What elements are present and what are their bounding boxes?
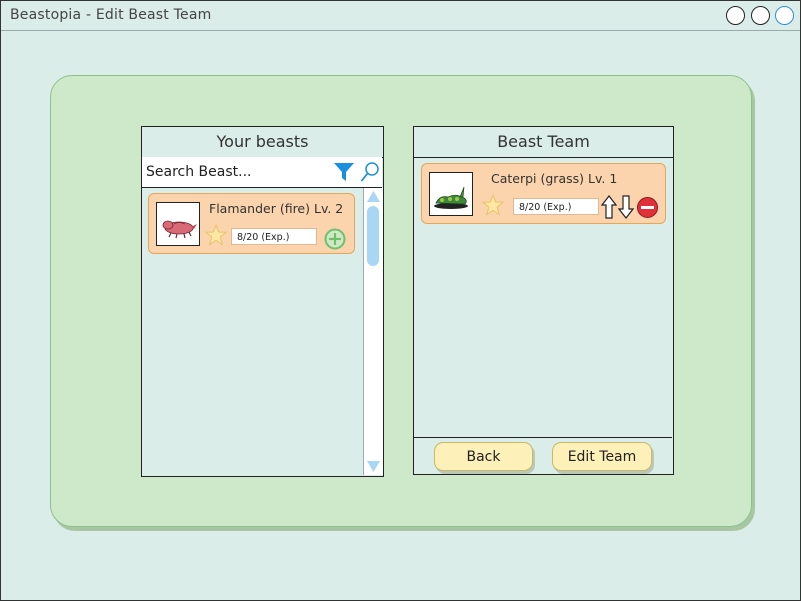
exp-label: 8/20 (Exp.) <box>231 228 317 245</box>
title-bar: Beastopia - Edit Beast Team <box>1 1 800 31</box>
edit-team-button[interactable]: Edit Team <box>552 442 652 471</box>
beast-team-panel: Beast Team Caterpi (grass) Lv. 1 8/20 (E… <box>413 126 674 475</box>
move-down-arrow-icon[interactable] <box>618 195 634 219</box>
beast-sprite-flamander <box>156 202 200 246</box>
beast-name: Flamander (fire) Lv. 2 <box>209 201 344 216</box>
search-icon[interactable] <box>360 161 380 183</box>
scroll-up-arrow-icon[interactable] <box>366 190 381 204</box>
remove-icon[interactable] <box>636 196 659 219</box>
button-bar: Back Edit Team <box>414 437 672 474</box>
beast-card-flamander[interactable]: Flamander (fire) Lv. 2 8/20 (Exp.) <box>148 193 355 254</box>
exp-label: 8/20 (Exp.) <box>513 198 599 215</box>
beast-card-caterpi[interactable]: Caterpi (grass) Lv. 1 8/20 (Exp.) <box>421 163 666 224</box>
your-beasts-title: Your beasts <box>142 127 383 158</box>
close-button[interactable] <box>775 6 794 25</box>
filter-icon[interactable] <box>333 161 355 183</box>
scroll-down-arrow-icon[interactable] <box>366 459 381 473</box>
star-icon[interactable] <box>204 223 228 247</box>
beast-name: Caterpi (grass) Lv. 1 <box>491 171 618 186</box>
maximize-button[interactable] <box>751 6 770 25</box>
caterpi-sprite-icon <box>434 186 468 209</box>
star-icon[interactable] <box>481 193 505 217</box>
minimize-button[interactable] <box>726 6 745 25</box>
flamander-sprite-icon <box>162 220 197 239</box>
beast-list-scrollbar[interactable] <box>363 188 383 475</box>
beast-sprite-caterpi <box>429 172 473 216</box>
window-title: Beastopia - Edit Beast Team <box>10 7 212 23</box>
search-input[interactable] <box>142 157 328 187</box>
back-button[interactable]: Back <box>434 442 533 471</box>
move-up-arrow-icon[interactable] <box>601 195 617 219</box>
beast-team-title: Beast Team <box>414 127 673 158</box>
search-bar <box>142 157 382 188</box>
scroll-thumb[interactable] <box>367 206 379 266</box>
your-beasts-panel: Your beasts Flamander (fire) Lv. 2 8/20 … <box>141 126 384 477</box>
add-icon[interactable] <box>324 228 346 250</box>
